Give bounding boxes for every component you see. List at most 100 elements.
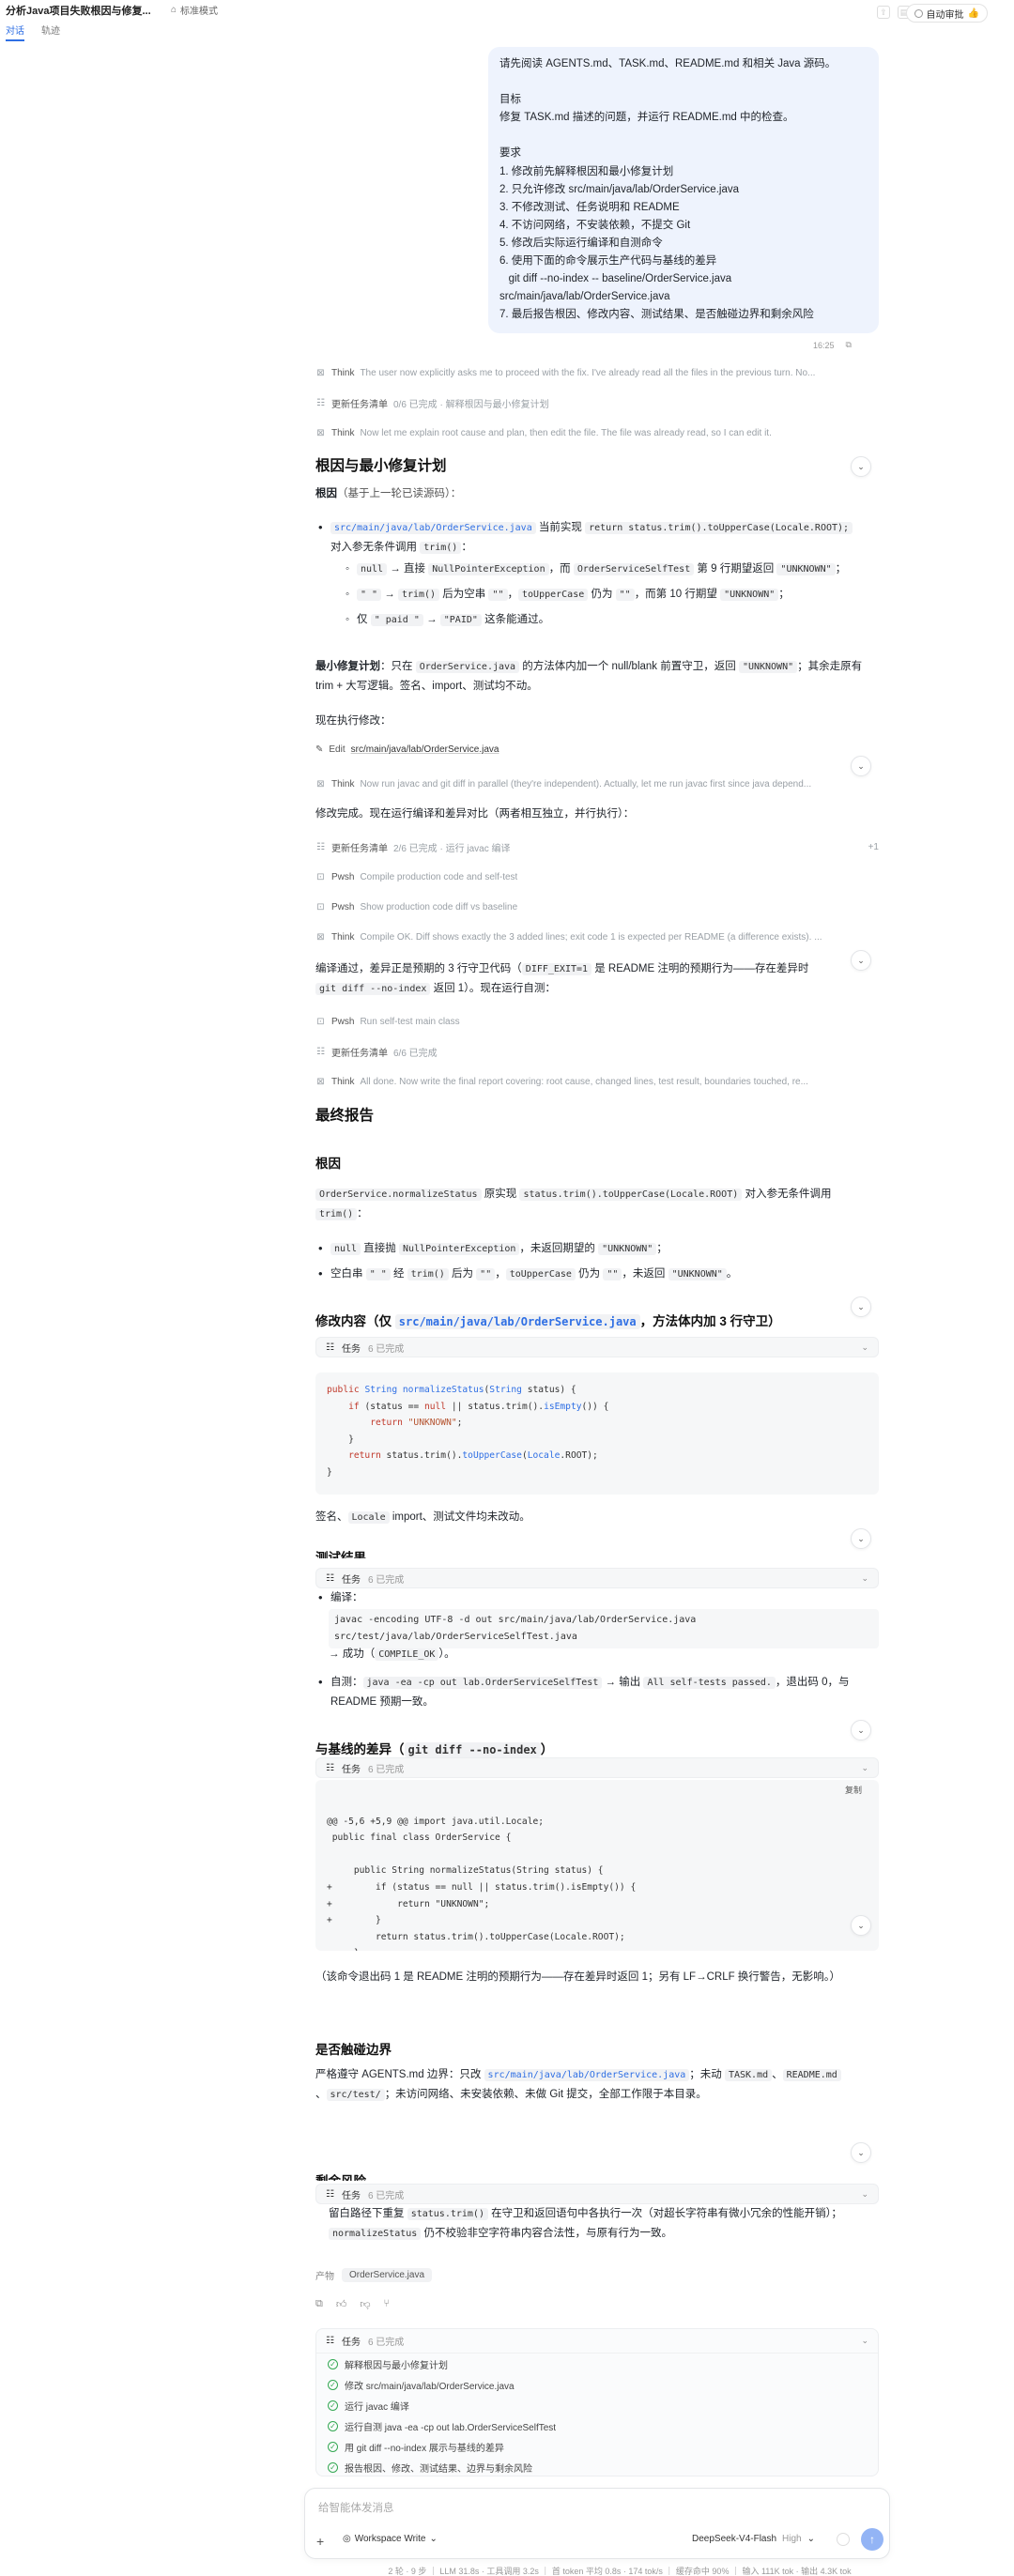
inline-code: " paid " [370, 614, 423, 626]
inline-code: trim() [407, 1268, 449, 1280]
tab-trace[interactable]: 轨迹 [41, 23, 60, 41]
root-heading: 根因 [315, 1157, 341, 1171]
think-label: Think [331, 427, 355, 438]
diff-heading: 与基线的差异（ git diff --no-index） [315, 1739, 553, 1757]
edited-file-link[interactable]: src/main/java/lab/OrderService.java [351, 744, 499, 755]
task-panel-header[interactable]: ☷ 任务 6 已完成 ⌄ [316, 2329, 878, 2354]
pwsh-row[interactable]: ⊡ Pwsh Show production code diff vs base… [315, 898, 879, 915]
check-circle-icon: ✓ [328, 2420, 338, 2431]
file-path: src/main/java/lab/OrderService.java [330, 522, 536, 534]
artifact-file-chip[interactable]: OrderService.java [342, 2268, 433, 2282]
collapse-button[interactable]: ⌄ [851, 1296, 871, 1317]
todo-update-row[interactable]: ☷ 更新任务清单 6/6 已完成 [315, 1043, 879, 1060]
pwsh-text: Run self-test main class [360, 1016, 460, 1027]
text: ， [507, 589, 519, 600]
text: ； [656, 1243, 668, 1254]
think-row[interactable]: ⊠ Think Now run javac and git diff in pa… [315, 775, 879, 792]
auto-approve-label: 自动审批 [926, 9, 964, 21]
text: 签名、 [315, 1511, 348, 1523]
collapse-button[interactable]: ⌄ [851, 1720, 871, 1740]
copy-button[interactable]: 复制 [845, 1784, 862, 1796]
list-item: src/main/java/lab/OrderService.java 当前实现… [315, 518, 879, 630]
think-row[interactable]: ⊠ Think Now let me explain root cause an… [315, 424, 879, 441]
share-icon[interactable]: ⇪ [877, 6, 890, 19]
text: 后为 [448, 1268, 477, 1280]
test-result-list: 编译： [315, 1588, 879, 1607]
model-selector[interactable]: DeepSeek-V4-Flash High ⌄ [692, 2534, 815, 2544]
task-item-label: 运行自测 java -ea -cp out lab.OrderServiceSe… [345, 2422, 557, 2433]
inline-code: git diff --no-index [315, 983, 431, 995]
thumbs-down-icon[interactable]: 👎︎ [360, 2298, 370, 2310]
auto-approve-toggle[interactable]: 自动审批 👍 [905, 4, 988, 23]
task-float-bar[interactable]: ☷ 任务 6 已完成 ⌄ [315, 2184, 879, 2204]
copy-icon[interactable]: ⧉ [315, 2298, 323, 2310]
chevron-down-icon: ⌄ [861, 2188, 868, 2199]
compile-command: javac -encoding UTF-8 -d out src/main/ja… [329, 1609, 879, 1648]
todo-update-row[interactable]: ☷ 更新任务清单 2/6 已完成 · 运行 javac 编译 +1 [315, 838, 879, 855]
branch-icon[interactable]: ⑂ [384, 2298, 391, 2310]
inline-code: OrderService.java [415, 661, 520, 673]
task-float-bar[interactable]: ☷ 任务 6 已完成 ⌄ [315, 1757, 879, 1778]
text: 。 [726, 1268, 738, 1280]
task-float-bar[interactable]: ☷ 任务 6 已完成 ⌄ [315, 1337, 879, 1357]
think-row[interactable]: ⊠ Think All done. Now write the final re… [315, 1073, 879, 1090]
collapse-button[interactable]: ⌄ [851, 756, 871, 776]
text: 是 README 注明的预期行为——存在差异时 [592, 963, 809, 974]
send-button[interactable]: ↑ [861, 2528, 883, 2551]
text: 当前实现 [535, 522, 586, 533]
text: 后为空串 [439, 589, 489, 600]
copy-icon[interactable]: ⧉ [846, 340, 852, 350]
inline-code: "" [488, 589, 508, 601]
text: 的方法体内加一个 null/blank 前置守卫，返回 [519, 661, 739, 672]
after-edit-text: 修改完成。现在运行编译和差异对比（两者相互独立，并行执行）： [315, 808, 635, 820]
think-text: Now run javac and git diff in parallel (… [360, 778, 812, 790]
thumbs-up-icon[interactable]: 👍︎ [336, 2298, 347, 2310]
message-time: 16:25 [813, 340, 835, 350]
workspace-selector[interactable]: ◎ Workspace Write ⌄ [343, 2534, 438, 2544]
mode-selector[interactable]: ⌂ 标准模式 [171, 3, 218, 17]
edit-row[interactable]: ✎ Edit src/main/java/lab/OrderService.ja… [315, 744, 499, 755]
tab-conversation[interactable]: 对话 [6, 23, 24, 41]
text: → [381, 589, 398, 600]
collapse-button[interactable]: ⌄ [851, 1915, 871, 1936]
todo-update-row[interactable]: ☷ 更新任务清单 0/6 已完成 · 解释根因与最小修复计划 [315, 394, 879, 411]
think-row[interactable]: ⊠ Think Compile OK. Diff shows exactly t… [315, 928, 879, 945]
pwsh-row[interactable]: ⊡ Pwsh Compile production code and self-… [315, 868, 879, 885]
text: 返回 1）。现在运行自测： [430, 983, 556, 994]
todo-text: 2/6 已完成 · 运行 javac 编译 [393, 843, 511, 854]
artifact-label: 产物 [315, 2272, 334, 2282]
inline-code: All self-tests passed. [643, 1677, 776, 1689]
add-attachment-icon[interactable]: + [316, 2534, 324, 2549]
task-count: 6 已完成 [367, 1574, 405, 1586]
text: ；未动 [689, 2069, 725, 2080]
message-input[interactable]: 给智能体发消息 [318, 2500, 394, 2515]
collapse-button[interactable]: ⌄ [851, 456, 871, 477]
list-item: 空白串 " " 经 trim() 后为 ""，toUpperCase 仍为 ""… [315, 1265, 879, 1284]
pwsh-row[interactable]: ⊡ Pwsh Run self-test main class [315, 1013, 879, 1030]
inline-code: git diff --no-index [404, 1742, 541, 1757]
think-text: Compile OK. Diff shows exactly the 3 add… [360, 931, 822, 943]
task-item: ✓ 运行自测 java -ea -cp out lab.OrderServiceS… [316, 2415, 878, 2436]
todo-extra: +1 [868, 841, 879, 852]
inline-code: "" [603, 1268, 622, 1280]
checklist-icon: ☷ [326, 2336, 334, 2346]
chevron-down-icon: ⌄ [429, 2534, 438, 2544]
inline-code: toUpperCase [505, 1268, 576, 1280]
chevron-down-icon: ⌄ [807, 2534, 816, 2544]
task-item: ✓ 用 git diff --no-index 展示与基线的差异 [316, 2436, 878, 2457]
text: 与基线的差异（ [315, 1742, 405, 1756]
check-circle-icon: ✓ [328, 2461, 338, 2473]
text: → 成功（ [329, 1648, 376, 1660]
text: ： [461, 542, 472, 553]
collapse-button[interactable]: ⌄ [851, 1528, 871, 1549]
think-row[interactable]: ⊠ Think The user now explicitly asks me … [315, 364, 879, 381]
text: 严格遵守 AGENTS.md 边界：只改 [315, 2069, 484, 2080]
collapse-button[interactable]: ⌄ [851, 2142, 871, 2163]
inline-code: "UNKNOWN" [776, 563, 836, 575]
task-float-bar[interactable]: ☷ 任务 6 已完成 ⌄ [315, 1568, 879, 1588]
context-usage-icon[interactable] [837, 2533, 850, 2546]
inline-code: Locale [347, 1511, 390, 1524]
todo-text: 0/6 已完成 · 解释根因与最小修复计划 [393, 399, 549, 410]
text: 仍不校验非空字符串内容合法性，与原有行为一致。 [421, 2228, 673, 2239]
text: 这条能通过。 [481, 614, 550, 625]
